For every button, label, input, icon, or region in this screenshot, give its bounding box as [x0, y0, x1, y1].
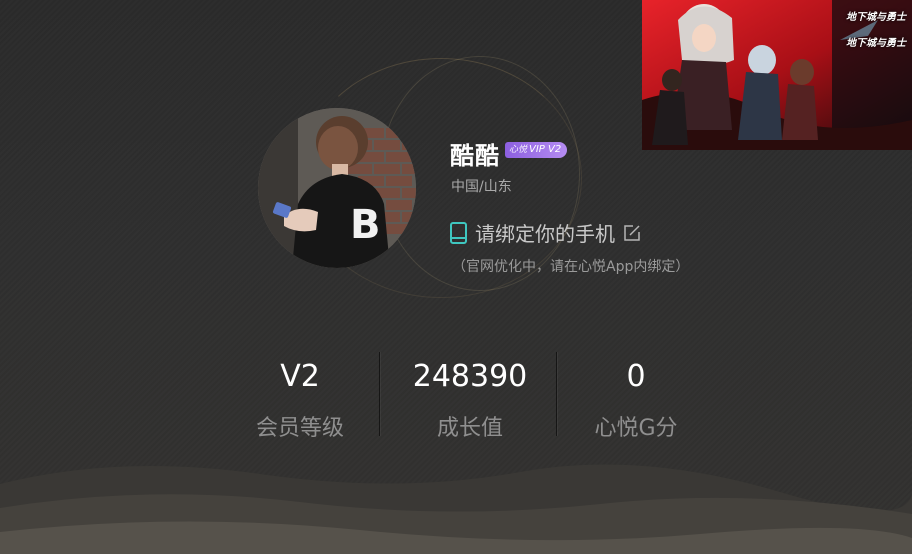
stat-label: 会员等级 — [255, 416, 344, 441]
vip-badge-mark: 心悦 — [509, 145, 528, 155]
vip-badge-label: VIP V2 — [529, 144, 562, 155]
svg-text:B: B — [350, 202, 381, 248]
banner-logo-top: 地下城与勇士 — [846, 12, 906, 23]
bind-phone-text: 请绑定你的手机 — [475, 222, 615, 246]
stat-value: 248390 — [412, 359, 528, 394]
stat-g-points[interactable]: 0 心悦G分 — [546, 358, 726, 442]
banner-logo-bottom: 地下城与勇士 — [846, 38, 906, 49]
stat-label: 心悦G分 — [594, 416, 678, 441]
user-location: 中国/山东 — [451, 179, 512, 195]
stat-value: 0 — [626, 359, 646, 394]
avatar[interactable]: B — [258, 108, 416, 268]
game-banner[interactable]: 地下城与勇士 地下城与勇士 — [642, 0, 912, 150]
stat-value: V2 — [280, 359, 320, 394]
avatar-image: B — [258, 108, 416, 268]
bind-phone-note: （官网优化中，请在心悦App内绑定） — [452, 259, 690, 275]
edit-icon[interactable] — [623, 224, 641, 242]
stat-member-level[interactable]: V2 会员等级 — [210, 358, 390, 442]
bind-phone-link[interactable]: 请绑定你的手机 — [450, 218, 641, 247]
phone-icon — [450, 221, 467, 244]
decorative-waves — [0, 444, 912, 554]
stat-label: 成长值 — [436, 416, 503, 441]
stat-growth-value[interactable]: 248390 成长值 — [380, 358, 560, 442]
username: 酷酷 — [450, 142, 500, 170]
vip-level-badge: 心悦 VIP V2 — [505, 142, 568, 158]
